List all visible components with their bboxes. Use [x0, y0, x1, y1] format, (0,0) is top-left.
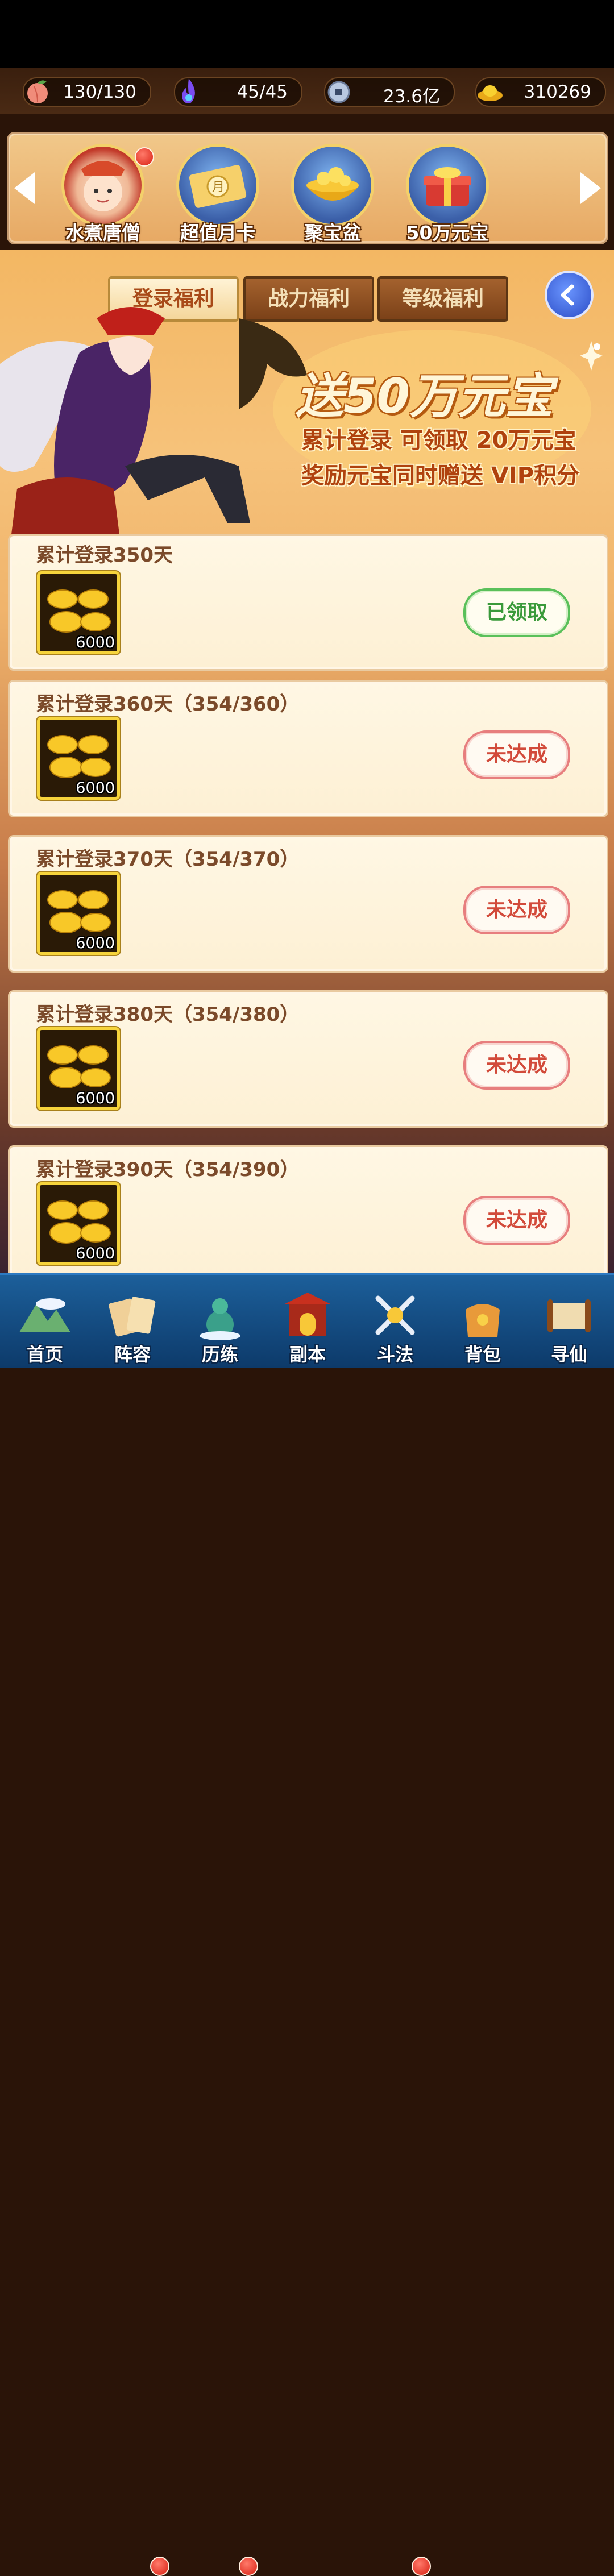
nav-home[interactable]: 首页 — [2, 1275, 88, 1368]
nav-battle[interactable]: 斗法 — [352, 1275, 438, 1368]
bottom-nav: 首页 阵容 历练 副本 斗法 背包 寻仙 — [0, 1273, 614, 2576]
nav-label: 历练 — [201, 1344, 238, 1365]
reward-quantity: 6000 — [76, 779, 115, 797]
reward-row: 累计登录380天（354/380） 6000 未达成 — [8, 990, 608, 1128]
event-carousel: 水煮唐僧 月 超值月卡 聚宝盆 50万元宝 — [7, 132, 608, 244]
gift-chest-icon — [406, 144, 489, 227]
carousel-next-icon[interactable] — [580, 172, 601, 204]
nav-label: 斗法 — [376, 1344, 413, 1365]
gold-ingots-icon[interactable]: 6000 — [37, 571, 120, 654]
back-button[interactable] — [545, 271, 594, 319]
event-item-gift-chest[interactable]: 50万元宝 — [402, 144, 493, 244]
home-mountain-icon — [19, 1298, 70, 1332]
gold-ingots-icon[interactable]: 6000 — [37, 717, 120, 800]
not-achieved-button[interactable]: 未达成 — [463, 730, 570, 779]
gourd-icon — [200, 1298, 240, 1340]
reward-title: 累计登录350天 — [36, 544, 173, 567]
resource-value: 23.6亿 — [383, 86, 440, 107]
gold-ingots-icon[interactable]: 6000 — [37, 1027, 120, 1110]
not-achieved-button[interactable]: 未达成 — [463, 886, 570, 934]
banner-line-2: 奖励元宝同时赠送 VIP积分 — [301, 463, 580, 489]
status-bar — [0, 0, 614, 68]
treasure-bowl-icon — [291, 144, 374, 227]
resource-bar: 130/130 45/45 23.6亿 310269 — [0, 68, 614, 114]
nav-training[interactable]: 历练 — [177, 1275, 263, 1368]
reward-title: 累计登录390天（354/390） — [36, 1158, 300, 1181]
resource-value: 310269 — [524, 82, 591, 102]
event-label: 超值月卡 — [180, 222, 255, 244]
carousel-prev-icon[interactable] — [14, 172, 35, 204]
gold-ingots-icon[interactable]: 6000 — [37, 872, 120, 955]
swords-icon — [375, 1295, 415, 1335]
reward-quantity: 6000 — [76, 1090, 115, 1107]
badge-dot — [135, 147, 154, 167]
nav-label: 背包 — [464, 1344, 501, 1365]
back-arrow-icon — [561, 284, 574, 306]
spirit-flame-icon — [182, 78, 195, 103]
resource-value: 130/130 — [63, 82, 136, 102]
nav-label: 副本 — [289, 1344, 326, 1365]
resource-spirit: 45/45 — [174, 77, 302, 107]
nav-label: 首页 — [26, 1344, 63, 1365]
gold-ingots-icon[interactable]: 6000 — [37, 1182, 120, 1265]
reward-quantity: 6000 — [76, 634, 115, 651]
nav-bag[interactable]: 背包 — [440, 1275, 525, 1368]
nav-seek-immortal[interactable]: 寻仙 — [526, 1275, 612, 1368]
banner-line-1: 累计登录 可领取 20万元宝 — [301, 427, 576, 454]
peach-icon — [27, 80, 48, 103]
event-label: 50万元宝 — [406, 222, 489, 244]
gold-ingot-icon — [478, 85, 503, 101]
resource-value: 45/45 — [237, 82, 288, 102]
event-item-treasure-bowl[interactable]: 聚宝盆 — [287, 144, 378, 244]
badge-dot — [239, 2557, 258, 2576]
svg-text:月: 月 — [212, 180, 225, 194]
reward-row: 累计登录360天（354/360） 6000 未达成 — [8, 680, 608, 817]
cards-icon — [109, 1297, 156, 1337]
reward-title: 累计登录380天（354/380） — [36, 1003, 300, 1026]
month-card-icon: 月 — [176, 144, 259, 227]
reward-quantity: 6000 — [76, 934, 115, 952]
reward-title: 累计登录360天（354/360） — [36, 693, 300, 716]
reward-row: 累计登录350天 6000 已领取 — [8, 534, 608, 671]
not-achieved-button[interactable]: 未达成 — [463, 1196, 570, 1245]
heroine-illustration — [0, 307, 307, 534]
nav-label: 阵容 — [114, 1344, 151, 1365]
gate-icon — [285, 1293, 330, 1336]
nav-dungeon[interactable]: 副本 — [265, 1275, 350, 1368]
event-label: 水煮唐僧 — [65, 222, 140, 244]
nav-label: 寻仙 — [550, 1344, 587, 1365]
copper-coin-icon — [327, 81, 350, 103]
monk-avatar-icon — [61, 144, 144, 227]
resource-gold: 310269 — [475, 77, 606, 107]
resource-peach: 130/130 — [23, 77, 151, 107]
bag-icon — [466, 1304, 500, 1337]
resource-coin: 23.6亿 — [324, 77, 455, 107]
event-item-month-card[interactable]: 月 超值月卡 — [172, 144, 263, 244]
event-label: 聚宝盆 — [304, 222, 361, 244]
badge-dot — [412, 2557, 431, 2576]
nav-lineup[interactable]: 阵容 — [90, 1275, 175, 1368]
scroll-icon — [547, 1299, 591, 1332]
badge-dot — [150, 2557, 169, 2576]
banner-headline: 送50万元宝 — [296, 368, 553, 424]
claimed-button[interactable]: 已领取 — [463, 588, 570, 637]
not-achieved-button[interactable]: 未达成 — [463, 1041, 570, 1090]
reward-quantity: 6000 — [76, 1245, 115, 1262]
reward-row: 累计登录390天（354/390） 6000 未达成 — [8, 1145, 608, 1283]
reward-title: 累计登录370天（354/370） — [36, 848, 300, 871]
tab-level-welfare[interactable]: 等级福利 — [377, 276, 508, 322]
reward-row: 累计登录370天（354/370） 6000 未达成 — [8, 835, 608, 973]
